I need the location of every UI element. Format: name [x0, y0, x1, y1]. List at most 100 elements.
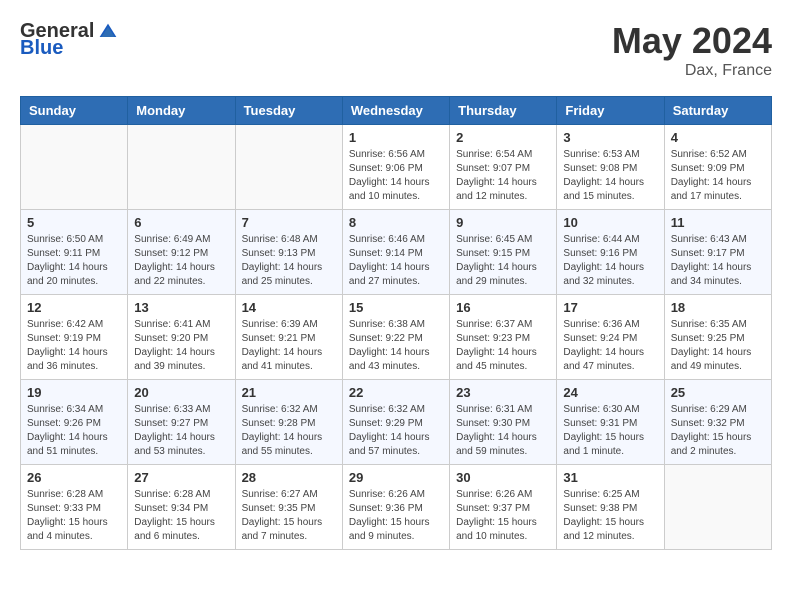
- calendar-week-row-4: 26Sunrise: 6:28 AM Sunset: 9:33 PM Dayli…: [21, 465, 772, 550]
- weekday-header-monday: Monday: [128, 97, 235, 125]
- day-number: 27: [134, 470, 228, 485]
- calendar-cell: 29 Sunrise: 6:26 AM Sunset: 9:36 PM Dayli…: [342, 465, 449, 550]
- logo-blue-text: Blue: [20, 37, 63, 60]
- calendar-cell: 3 Sunrise: 6:53 AM Sunset: 9:08 PM Daylig…: [557, 125, 664, 210]
- day-number: 24: [563, 385, 657, 400]
- day-number: 26: [27, 470, 121, 485]
- weekday-header-friday: Friday: [557, 97, 664, 125]
- calendar-cell: 7 Sunrise: 6:48 AM Sunset: 9:13 PM Daylig…: [235, 210, 342, 295]
- calendar-cell: 22 Sunrise: 6:32 AM Sunset: 9:29 PM Dayli…: [342, 380, 449, 465]
- day-info: Sunrise: 6:29 AM Sunset: 9:32 PM Dayligh…: [671, 403, 765, 459]
- day-number: 1: [349, 130, 443, 145]
- logo-icon: [98, 22, 118, 42]
- weekday-header-sunday: Sunday: [21, 97, 128, 125]
- calendar-week-row-0: 1 Sunrise: 6:56 AM Sunset: 9:06 PM Daylig…: [21, 125, 772, 210]
- calendar-cell: 19 Sunrise: 6:34 AM Sunset: 9:26 PM Dayli…: [21, 380, 128, 465]
- day-info: Sunrise: 6:43 AM Sunset: 9:17 PM Dayligh…: [671, 233, 765, 289]
- day-number: 17: [563, 300, 657, 315]
- day-number: 9: [456, 215, 550, 230]
- day-number: 14: [242, 300, 336, 315]
- day-info: Sunrise: 6:32 AM Sunset: 9:29 PM Dayligh…: [349, 403, 443, 459]
- calendar-cell: 16 Sunrise: 6:37 AM Sunset: 9:23 PM Dayli…: [450, 295, 557, 380]
- day-number: 23: [456, 385, 550, 400]
- calendar-cell: [128, 125, 235, 210]
- day-info: Sunrise: 6:33 AM Sunset: 9:27 PM Dayligh…: [134, 403, 228, 459]
- day-number: 10: [563, 215, 657, 230]
- calendar-cell: 30Sunrise: 6:26 AM Sunset: 9:37 PM Dayli…: [450, 465, 557, 550]
- calendar-week-row-3: 19 Sunrise: 6:34 AM Sunset: 9:26 PM Dayli…: [21, 380, 772, 465]
- day-info: Sunrise: 6:35 AM Sunset: 9:25 PM Dayligh…: [671, 318, 765, 374]
- weekday-header-wednesday: Wednesday: [342, 97, 449, 125]
- weekday-header-tuesday: Tuesday: [235, 97, 342, 125]
- day-info: Sunrise: 6:53 AM Sunset: 9:08 PM Dayligh…: [563, 148, 657, 204]
- day-number: 28: [242, 470, 336, 485]
- calendar-week-row-1: 5 Sunrise: 6:50 AM Sunset: 9:11 PM Daylig…: [21, 210, 772, 295]
- calendar-cell: 25 Sunrise: 6:29 AM Sunset: 9:32 PM Dayli…: [664, 380, 771, 465]
- day-number: 7: [242, 215, 336, 230]
- day-number: 12: [27, 300, 121, 315]
- day-number: 25: [671, 385, 765, 400]
- calendar-cell: [21, 125, 128, 210]
- day-number: 6: [134, 215, 228, 230]
- day-number: 29: [349, 470, 443, 485]
- calendar-cell: [235, 125, 342, 210]
- calendar-cell: 20 Sunrise: 6:33 AM Sunset: 9:27 PM Dayli…: [128, 380, 235, 465]
- day-info: Sunrise: 6:50 AM Sunset: 9:11 PM Dayligh…: [27, 233, 121, 289]
- day-info: Sunrise: 6:25 AM Sunset: 9:38 PM Dayligh…: [563, 488, 657, 544]
- calendar-cell: 1 Sunrise: 6:56 AM Sunset: 9:06 PM Daylig…: [342, 125, 449, 210]
- day-info: Sunrise: 6:34 AM Sunset: 9:26 PM Dayligh…: [27, 403, 121, 459]
- day-number: 2: [456, 130, 550, 145]
- day-info: Sunrise: 6:46 AM Sunset: 9:14 PM Dayligh…: [349, 233, 443, 289]
- day-info: Sunrise: 6:38 AM Sunset: 9:22 PM Dayligh…: [349, 318, 443, 374]
- calendar-cell: 4Sunrise: 6:52 AM Sunset: 9:09 PM Daylig…: [664, 125, 771, 210]
- day-number: 31: [563, 470, 657, 485]
- day-info: Sunrise: 6:56 AM Sunset: 9:06 PM Dayligh…: [349, 148, 443, 204]
- day-info: Sunrise: 6:48 AM Sunset: 9:13 PM Dayligh…: [242, 233, 336, 289]
- calendar-cell: 14Sunrise: 6:39 AM Sunset: 9:21 PM Dayli…: [235, 295, 342, 380]
- calendar-cell: 18 Sunrise: 6:35 AM Sunset: 9:25 PM Dayli…: [664, 295, 771, 380]
- day-number: 18: [671, 300, 765, 315]
- day-number: 3: [563, 130, 657, 145]
- calendar-cell: 31 Sunrise: 6:25 AM Sunset: 9:38 PM Dayli…: [557, 465, 664, 550]
- calendar-cell: 27 Sunrise: 6:28 AM Sunset: 9:34 PM Dayli…: [128, 465, 235, 550]
- calendar-cell: 11 Sunrise: 6:43 AM Sunset: 9:17 PM Dayli…: [664, 210, 771, 295]
- page-header: General Blue May 2024 Dax, France: [20, 20, 772, 80]
- day-number: 19: [27, 385, 121, 400]
- day-info: Sunrise: 6:28 AM Sunset: 9:34 PM Dayligh…: [134, 488, 228, 544]
- calendar-cell: 13Sunrise: 6:41 AM Sunset: 9:20 PM Dayli…: [128, 295, 235, 380]
- calendar-cell: [664, 465, 771, 550]
- day-info: Sunrise: 6:37 AM Sunset: 9:23 PM Dayligh…: [456, 318, 550, 374]
- location-subtitle: Dax, France: [612, 62, 772, 80]
- day-info: Sunrise: 6:54 AM Sunset: 9:07 PM Dayligh…: [456, 148, 550, 204]
- day-number: 15: [349, 300, 443, 315]
- weekday-header-thursday: Thursday: [450, 97, 557, 125]
- calendar-cell: 15 Sunrise: 6:38 AM Sunset: 9:22 PM Dayli…: [342, 295, 449, 380]
- calendar-cell: 5 Sunrise: 6:50 AM Sunset: 9:11 PM Daylig…: [21, 210, 128, 295]
- day-info: Sunrise: 6:26 AM Sunset: 9:36 PM Dayligh…: [349, 488, 443, 544]
- logo: General Blue: [20, 20, 118, 60]
- day-number: 11: [671, 215, 765, 230]
- calendar-cell: 21 Sunrise: 6:32 AM Sunset: 9:28 PM Dayli…: [235, 380, 342, 465]
- calendar-cell: 9 Sunrise: 6:45 AM Sunset: 9:15 PM Daylig…: [450, 210, 557, 295]
- calendar-cell: 10Sunrise: 6:44 AM Sunset: 9:16 PM Dayli…: [557, 210, 664, 295]
- calendar-week-row-2: 12Sunrise: 6:42 AM Sunset: 9:19 PM Dayli…: [21, 295, 772, 380]
- calendar-cell: 8 Sunrise: 6:46 AM Sunset: 9:14 PM Daylig…: [342, 210, 449, 295]
- day-number: 30: [456, 470, 550, 485]
- calendar-table: SundayMondayTuesdayWednesdayThursdayFrid…: [20, 96, 772, 550]
- day-number: 5: [27, 215, 121, 230]
- day-number: 21: [242, 385, 336, 400]
- calendar-cell: 28 Sunrise: 6:27 AM Sunset: 9:35 PM Dayli…: [235, 465, 342, 550]
- day-number: 20: [134, 385, 228, 400]
- calendar-cell: 24Sunrise: 6:30 AM Sunset: 9:31 PM Dayli…: [557, 380, 664, 465]
- day-info: Sunrise: 6:27 AM Sunset: 9:35 PM Dayligh…: [242, 488, 336, 544]
- day-info: Sunrise: 6:36 AM Sunset: 9:24 PM Dayligh…: [563, 318, 657, 374]
- day-number: 8: [349, 215, 443, 230]
- day-info: Sunrise: 6:32 AM Sunset: 9:28 PM Dayligh…: [242, 403, 336, 459]
- title-block: May 2024 Dax, France: [612, 20, 772, 80]
- calendar-cell: 26Sunrise: 6:28 AM Sunset: 9:33 PM Dayli…: [21, 465, 128, 550]
- month-year-title: May 2024: [612, 20, 772, 62]
- day-number: 22: [349, 385, 443, 400]
- day-info: Sunrise: 6:49 AM Sunset: 9:12 PM Dayligh…: [134, 233, 228, 289]
- day-info: Sunrise: 6:45 AM Sunset: 9:15 PM Dayligh…: [456, 233, 550, 289]
- day-number: 16: [456, 300, 550, 315]
